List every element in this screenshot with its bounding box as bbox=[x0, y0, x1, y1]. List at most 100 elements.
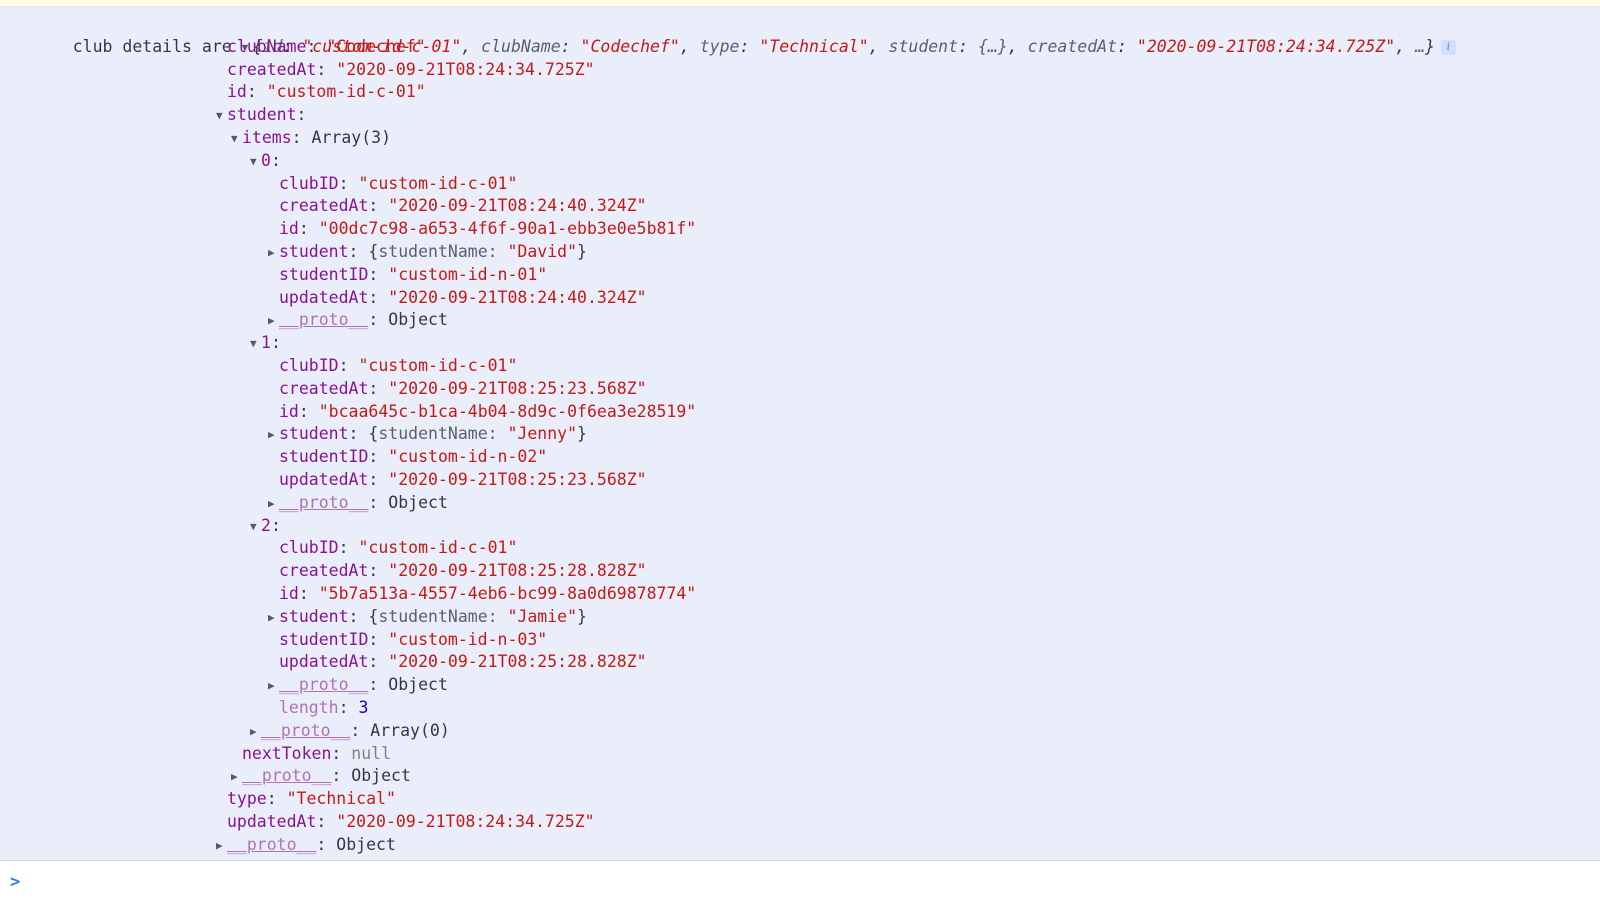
object-tree-row: id: "00dc7c98-a653-4f6f-90a1-ebb3e0e5b81… bbox=[0, 218, 1600, 241]
expand-triangle-icon[interactable] bbox=[268, 310, 279, 333]
property-key[interactable]: __proto__ bbox=[227, 835, 316, 854]
object-tree-row: id: "custom-id-c-01" bbox=[0, 81, 1600, 104]
property-colon: : bbox=[348, 241, 369, 261]
property-value: 3 bbox=[358, 697, 369, 717]
property-colon: : bbox=[368, 561, 389, 581]
property-key: updatedAt bbox=[279, 469, 369, 489]
collapse-triangle-icon[interactable] bbox=[250, 333, 261, 356]
console-prompt-input[interactable] bbox=[20, 869, 1600, 896]
property-value: "custom-id-c-01" bbox=[266, 82, 426, 102]
object-tree-row: updatedAt: "2020-09-21T08:25:28.828Z" bbox=[0, 651, 1600, 674]
property-colon: : bbox=[296, 105, 307, 125]
inline-preview-key: studentName: bbox=[378, 606, 508, 626]
property-colon: : bbox=[298, 583, 319, 603]
object-tree-row[interactable]: items: Array(3) bbox=[0, 127, 1600, 150]
property-value: Object bbox=[388, 310, 448, 330]
property-key[interactable]: __proto__ bbox=[279, 493, 368, 512]
property-value: Array(0) bbox=[370, 720, 450, 740]
object-tree-row[interactable]: __proto__: Array(0) bbox=[0, 720, 1600, 743]
property-key: student bbox=[227, 105, 297, 125]
object-tree-row: clubID: "custom-id-c-01" bbox=[0, 537, 1600, 560]
object-tree-row[interactable]: student: {studentName: "David"} bbox=[0, 241, 1600, 264]
object-tree-row: clubName: "Codechef" bbox=[0, 36, 1600, 59]
expand-triangle-icon[interactable] bbox=[268, 607, 279, 630]
property-value: "custom-id-n-02" bbox=[388, 447, 548, 467]
object-tree-row: createdAt: "2020-09-21T08:25:23.568Z" bbox=[0, 378, 1600, 401]
expand-triangle-icon[interactable] bbox=[268, 493, 279, 516]
property-key: student bbox=[279, 606, 349, 626]
property-key[interactable]: __proto__ bbox=[242, 766, 331, 785]
property-value: "2020-09-21T08:25:23.568Z" bbox=[388, 378, 647, 398]
expand-triangle-icon[interactable] bbox=[250, 721, 261, 744]
property-colon: : bbox=[338, 697, 359, 717]
expand-triangle-icon[interactable] bbox=[231, 766, 242, 789]
object-tree-row[interactable]: __proto__: Object bbox=[0, 765, 1600, 788]
property-key: clubID bbox=[279, 538, 339, 558]
console-log-entry: club details are {id: "custom-id-c-01", … bbox=[0, 7, 1600, 862]
property-colon: : bbox=[298, 219, 319, 239]
property-colon: : bbox=[291, 127, 312, 147]
object-tree-row[interactable]: __proto__: Object bbox=[0, 674, 1600, 697]
property-key: clubName bbox=[227, 36, 307, 56]
property-value: "Codechef" bbox=[326, 36, 426, 56]
property-colon: : bbox=[368, 629, 389, 649]
property-key: studentID bbox=[279, 629, 369, 649]
property-value: "2020-09-21T08:24:40.324Z" bbox=[388, 196, 647, 216]
property-key: 2 bbox=[261, 515, 271, 535]
object-tree-row[interactable]: __proto__: Object bbox=[0, 834, 1600, 857]
property-colon: : bbox=[331, 766, 352, 786]
property-key[interactable]: __proto__ bbox=[261, 721, 350, 740]
object-tree-row: updatedAt: "2020-09-21T08:24:34.725Z" bbox=[0, 811, 1600, 834]
property-value: Object bbox=[388, 675, 448, 695]
property-value: null bbox=[351, 743, 392, 763]
property-colon: : bbox=[368, 196, 389, 216]
property-key[interactable]: __proto__ bbox=[279, 675, 368, 694]
property-key: id bbox=[227, 82, 247, 102]
object-tree-row: length: 3 bbox=[0, 697, 1600, 720]
property-colon: : bbox=[350, 720, 371, 740]
object-tree-row[interactable]: __proto__: Object bbox=[0, 309, 1600, 332]
object-tree-row[interactable]: 2: bbox=[0, 515, 1600, 538]
object-tree-row: clubID: "custom-id-c-01" bbox=[0, 173, 1600, 196]
property-colon: : bbox=[316, 834, 337, 854]
property-key: createdAt bbox=[279, 196, 369, 216]
collapse-triangle-icon[interactable] bbox=[216, 105, 227, 128]
expand-triangle-icon[interactable] bbox=[268, 675, 279, 698]
property-colon: : bbox=[270, 515, 281, 535]
property-value: "2020-09-21T08:24:40.324Z" bbox=[388, 287, 647, 307]
property-key[interactable]: __proto__ bbox=[279, 310, 368, 329]
object-tree-row[interactable]: student: {studentName: "Jamie"} bbox=[0, 606, 1600, 629]
prompt-caret-icon: > bbox=[10, 872, 21, 893]
property-value: "2020-09-21T08:25:28.828Z" bbox=[388, 652, 647, 672]
log-header-row[interactable]: club details are {id: "custom-id-c-01", … bbox=[0, 13, 1600, 56]
inline-object-open: { bbox=[368, 241, 379, 261]
inline-object-close: } bbox=[577, 606, 587, 626]
property-colon: : bbox=[266, 789, 287, 809]
expand-triangle-icon[interactable] bbox=[268, 242, 279, 265]
object-tree-row: updatedAt: "2020-09-21T08:24:40.324Z" bbox=[0, 287, 1600, 310]
expand-triangle-icon[interactable] bbox=[216, 835, 227, 858]
collapse-triangle-icon[interactable] bbox=[250, 516, 261, 539]
expand-triangle-icon[interactable] bbox=[268, 424, 279, 447]
object-tree-row[interactable]: student: {studentName: "Jenny"} bbox=[0, 423, 1600, 446]
property-value: "custom-id-n-03" bbox=[388, 629, 548, 649]
property-key: createdAt bbox=[279, 561, 369, 581]
property-key: id bbox=[279, 401, 299, 421]
property-colon: : bbox=[246, 82, 267, 102]
collapse-triangle-icon[interactable] bbox=[250, 151, 261, 174]
property-value: "custom-id-c-01" bbox=[358, 355, 518, 375]
property-colon: : bbox=[316, 811, 337, 831]
property-value: "Technical" bbox=[286, 789, 396, 809]
object-tree-row[interactable]: __proto__: Object bbox=[0, 492, 1600, 515]
object-tree-row: createdAt: "2020-09-21T08:25:28.828Z" bbox=[0, 560, 1600, 583]
inline-object-open: { bbox=[368, 606, 379, 626]
collapse-triangle-icon[interactable] bbox=[231, 128, 242, 151]
object-tree-row[interactable]: 0: bbox=[0, 150, 1600, 173]
object-tree-row: id: "bcaa645c-b1ca-4b04-8d9c-0f6ea3e2851… bbox=[0, 401, 1600, 424]
object-tree-row[interactable]: 1: bbox=[0, 332, 1600, 355]
inline-preview-value: "Jamie" bbox=[507, 606, 578, 626]
property-value: Object bbox=[336, 834, 396, 854]
object-tree-row[interactable]: student: bbox=[0, 104, 1600, 127]
inline-preview-value: "David" bbox=[507, 241, 578, 261]
console-prompt-row[interactable]: > bbox=[0, 861, 1600, 903]
